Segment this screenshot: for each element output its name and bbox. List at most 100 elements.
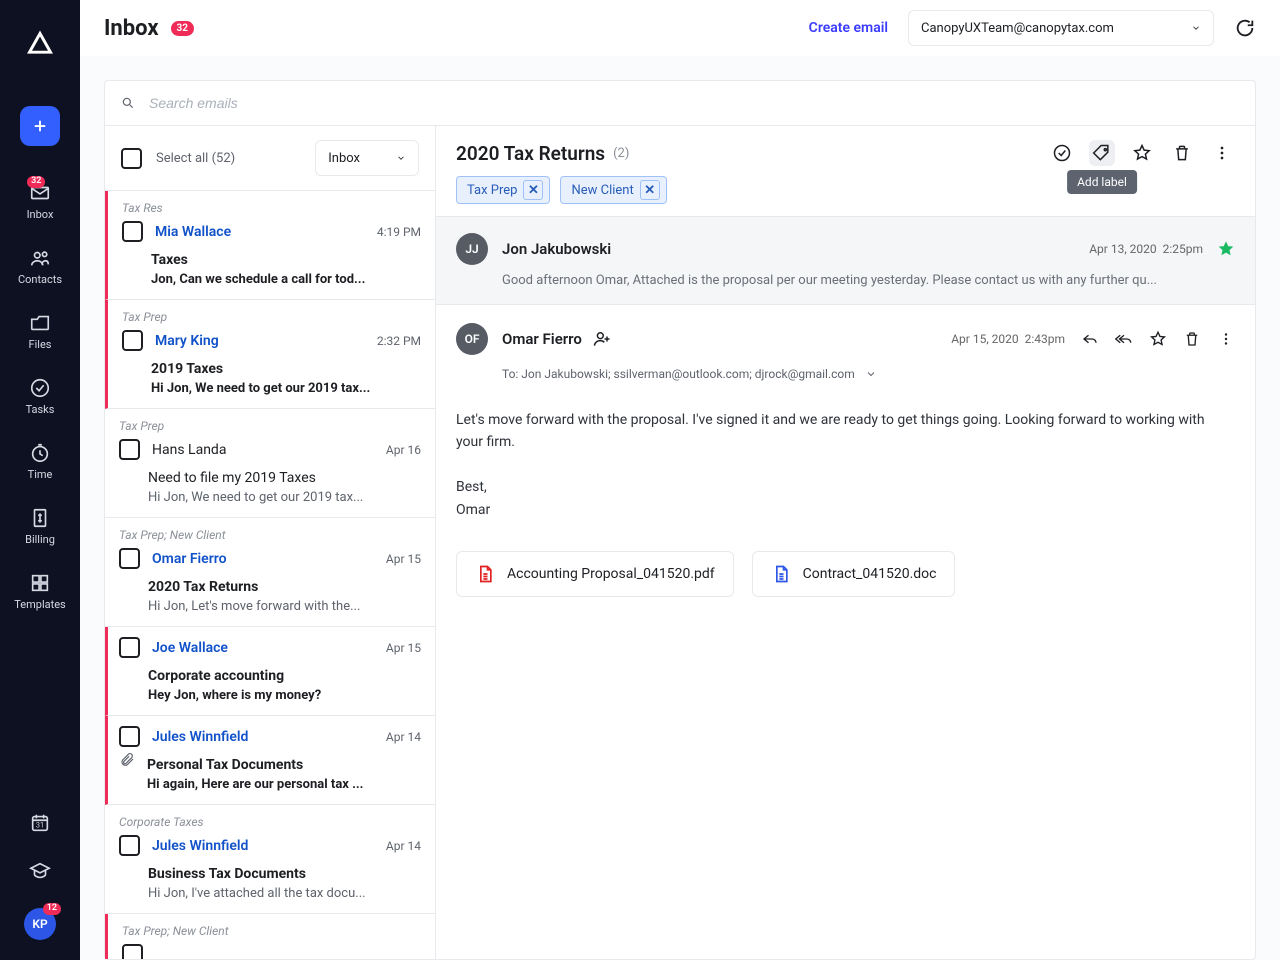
message-actions: Apr 15, 2020 2:43pm <box>951 330 1235 348</box>
calendar-icon[interactable]: 31 <box>29 812 51 838</box>
nav-label: Tasks <box>26 403 55 416</box>
email-checkbox[interactable] <box>119 835 140 856</box>
delete-icon[interactable] <box>1183 330 1201 348</box>
reply-all-icon[interactable] <box>1115 330 1133 348</box>
sender-name: Omar Fierro <box>502 330 582 348</box>
star-icon[interactable] <box>1149 330 1167 348</box>
to-text: To: Jon Jakubowski; ssilverman@outlook.c… <box>502 367 855 381</box>
file-icon <box>771 564 791 584</box>
list-toolbar: Select all (52) Inbox <box>105 126 435 191</box>
file-icon <box>475 564 495 584</box>
email-subject: Business Tax Documents <box>148 866 421 882</box>
search-input[interactable] <box>147 94 1239 112</box>
avatar: JJ <box>456 233 488 265</box>
email-checkbox[interactable] <box>119 726 140 747</box>
email-checkbox[interactable] <box>122 221 143 242</box>
email-list-item[interactable]: Corporate TaxesJules WinnfieldApr 14Busi… <box>105 805 435 914</box>
email-time: Apr 14 <box>386 730 421 744</box>
nav-contacts[interactable]: Contacts <box>18 247 62 286</box>
search-icon <box>121 96 135 110</box>
email-list-item[interactable]: Tax ResMia Wallace4:19 PMTaxesJon, Can w… <box>105 191 435 300</box>
email-list: Tax ResMia Wallace4:19 PMTaxesJon, Can w… <box>105 191 435 959</box>
templates-icon <box>29 572 51 594</box>
email-list-item[interactable]: Tax PrepHans LandaApr 16Need to file my … <box>105 409 435 518</box>
attachment[interactable]: Accounting Proposal_041520.pdf <box>456 551 734 597</box>
email-time: 2:32 PM <box>377 334 421 348</box>
email-checkbox[interactable] <box>122 330 143 351</box>
billing-icon <box>29 507 51 529</box>
remove-label-button[interactable]: ✕ <box>640 180 660 200</box>
more-icon[interactable] <box>1217 330 1235 348</box>
more-button[interactable] <box>1209 140 1235 166</box>
email-sender: Mary King <box>155 333 365 349</box>
nav-tasks[interactable]: Tasks <box>26 377 55 416</box>
search-bar <box>105 81 1255 126</box>
email-list-item[interactable]: Tax PrepMary King2:32 PM2019 TaxesHi Jon… <box>105 300 435 409</box>
header-actions: Create email CanopyUXTeam@canopytax.com <box>809 10 1256 46</box>
email-subject: Taxes <box>151 252 421 268</box>
inbox-badge: 32 <box>27 176 45 188</box>
email-preview: Hey Jon, where is my money? <box>148 688 421 703</box>
logo-icon <box>26 30 54 58</box>
attachment-name: Accounting Proposal_041520.pdf <box>507 566 715 582</box>
nav-time[interactable]: Time <box>28 442 53 481</box>
refresh-button[interactable] <box>1234 17 1256 39</box>
nav: 32 Inbox Contacts Files Tasks Time Billi… <box>14 182 65 611</box>
nav-label: Billing <box>25 533 55 546</box>
email-time: Apr 16 <box>386 443 421 457</box>
chevron-down-icon[interactable] <box>865 368 877 380</box>
email-checkbox[interactable] <box>119 637 140 658</box>
email-tags: Tax Prep <box>122 310 421 324</box>
reply-icon[interactable] <box>1081 330 1099 348</box>
create-email-button[interactable]: Create email <box>809 20 888 36</box>
mark-done-button[interactable] <box>1049 140 1075 166</box>
email-list-item[interactable]: Tax Prep; New ClientOmar FierroApr 15202… <box>105 518 435 627</box>
email-subject: 2019 Taxes <box>151 361 421 377</box>
avatar-initials: KP <box>32 917 47 931</box>
message-collapsed[interactable]: JJ Jon Jakubowski Apr 13, 2020 2:25pm Go… <box>436 216 1255 304</box>
email-checkbox[interactable] <box>122 944 143 959</box>
email-sender: Hans Landa <box>152 442 374 458</box>
chevron-down-icon <box>396 153 406 163</box>
email-subject: Personal Tax Documents <box>147 757 421 773</box>
email-checkbox[interactable] <box>119 439 140 460</box>
email-preview: Hi Jon, I've attached all the tax docu..… <box>148 886 421 901</box>
nav-billing[interactable]: Billing <box>25 507 55 546</box>
account-select[interactable]: CanopyUXTeam@canopytax.com <box>908 10 1214 46</box>
message-date: Apr 15, 2020 2:43pm <box>951 332 1065 346</box>
message-date: Apr 13, 2020 2:25pm <box>1089 242 1203 256</box>
attachment[interactable]: Contract_041520.doc <box>752 551 956 597</box>
nav-label: Time <box>28 468 53 481</box>
label-chip: Tax Prep✕ <box>456 176 550 204</box>
add-contact-icon[interactable] <box>592 329 612 349</box>
email-checkbox[interactable] <box>119 548 140 569</box>
folder-label: Inbox <box>328 151 360 166</box>
select-all-checkbox[interactable] <box>121 148 142 169</box>
nav-files[interactable]: Files <box>29 312 52 351</box>
email-list-item[interactable]: Joe WallaceApr 15Corporate accountingHey… <box>105 627 435 716</box>
folder-select[interactable]: Inbox <box>315 140 419 176</box>
reader-actions: Add label <box>1049 140 1235 166</box>
reader-subject: 2020 Tax Returns <box>456 142 605 165</box>
nav-label: Contacts <box>18 273 62 286</box>
contacts-icon <box>29 247 51 269</box>
delete-button[interactable] <box>1169 140 1195 166</box>
time-icon <box>29 442 51 464</box>
email-subject: Corporate accounting <box>148 668 421 684</box>
account-label: CanopyUXTeam@canopytax.com <box>921 21 1114 36</box>
education-icon[interactable] <box>29 860 51 886</box>
star-icon[interactable] <box>1217 240 1235 258</box>
user-avatar[interactable]: 12 KP <box>24 908 56 940</box>
add-label-button[interactable]: Add label <box>1089 140 1115 166</box>
select-all-label: Select all (52) <box>156 151 235 166</box>
sender-name: Jon Jakubowski <box>502 240 611 258</box>
email-list-item[interactable]: Jules WinnfieldApr 14Personal Tax Docume… <box>105 716 435 805</box>
nav-templates[interactable]: Templates <box>14 572 65 611</box>
star-button[interactable] <box>1129 140 1155 166</box>
add-button[interactable] <box>20 106 60 146</box>
nav-inbox[interactable]: 32 Inbox <box>27 182 54 221</box>
remove-label-button[interactable]: ✕ <box>523 180 543 200</box>
email-list-item[interactable]: Tax Prep; New Client <box>105 914 435 959</box>
page-title: Inbox <box>104 16 159 41</box>
email-sender: Mia Wallace <box>155 224 365 240</box>
